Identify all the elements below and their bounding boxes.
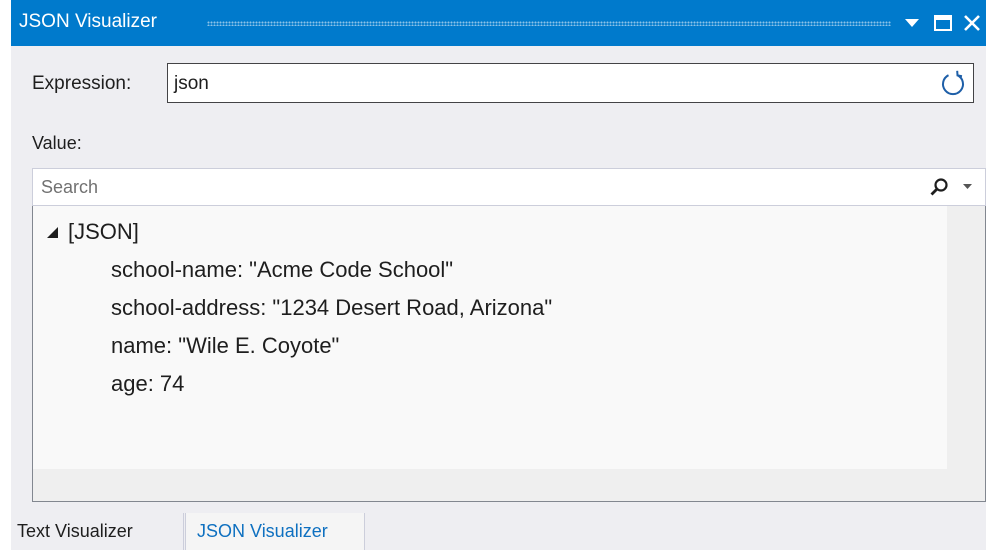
tree-item-age[interactable]: age: 74 [111,370,184,398]
tree-root-node[interactable]: [JSON] [47,218,139,246]
title-bar[interactable]: JSON Visualizer [11,0,986,46]
search-icon[interactable] [929,177,949,197]
search-options-chevron-down-icon[interactable] [963,184,972,190]
json-visualizer-window: JSON Visualizer Expression: json Value: … [11,0,986,550]
horizontal-scrollbar[interactable] [33,469,985,501]
tab-text-visualizer[interactable]: Text Visualizer [11,513,184,550]
expression-input[interactable]: json [167,63,974,103]
maximize-icon [934,15,952,31]
json-tree-view[interactable]: [JSON] school-name: "Acme Code School" s… [32,206,986,502]
tree-item-name[interactable]: name: "Wile E. Coyote" [111,332,339,360]
close-button[interactable] [959,9,985,37]
window-title: JSON Visualizer [19,11,157,32]
tab-json-visualizer[interactable]: JSON Visualizer [185,513,365,550]
tree-root-label: [JSON] [68,219,139,244]
tree-item-school-name[interactable]: school-name: "Acme Code School" [111,256,453,284]
title-bar-grip[interactable] [207,21,891,26]
visualizer-tab-bar: Text Visualizer JSON Visualizer [11,513,986,550]
expanded-triangle-icon[interactable] [47,227,58,238]
window-menu-button[interactable] [899,9,925,37]
maximize-button[interactable] [930,9,956,37]
close-icon [964,15,980,31]
refresh-icon[interactable] [939,69,967,97]
vertical-scrollbar[interactable] [947,206,985,501]
tree-item-school-address[interactable]: school-address: "1234 Desert Road, Arizo… [111,294,552,322]
expression-label: Expression: [32,73,132,94]
value-label: Value: [32,133,82,153]
search-input[interactable] [33,169,921,205]
chevron-down-icon [905,18,919,27]
expression-value[interactable]: json [174,73,209,95]
search-box[interactable] [32,168,986,206]
